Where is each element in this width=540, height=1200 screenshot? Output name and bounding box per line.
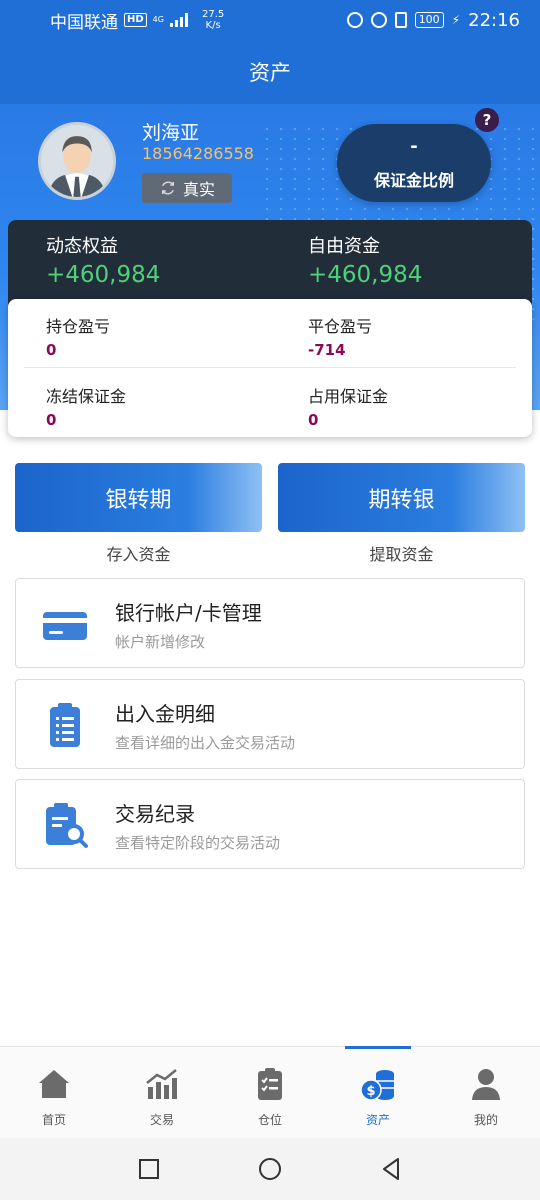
- withdraw-label: 提取资金: [369, 545, 434, 564]
- frozen-margin-label: 冻结保证金: [46, 387, 127, 406]
- nav-label: 我的: [473, 1113, 498, 1127]
- free-funds-label: 自由资金: [308, 236, 380, 257]
- chart-icon: [146, 1069, 177, 1099]
- margin-ratio-label: 保证金比例: [373, 171, 454, 190]
- status-bar: 中国联通 HD 4G 27.5 K/s 100 ⚡ 22:16: [0, 0, 540, 40]
- vibrate-icon: [394, 12, 407, 28]
- nav-label: 资产: [365, 1113, 390, 1127]
- checklist-icon: [258, 1068, 282, 1100]
- nav-profile[interactable]: 我的: [432, 1047, 540, 1138]
- closed-pnl-value: -714: [308, 341, 346, 359]
- user-name: 刘海亚: [142, 122, 200, 144]
- data-saver-icon: [346, 12, 363, 28]
- menu-title: 交易纪录: [115, 802, 195, 826]
- divider: [24, 367, 516, 368]
- position-pnl-label: 持仓盈亏: [46, 317, 111, 336]
- nav-label: 首页: [41, 1113, 66, 1127]
- title-bar: 资产: [0, 40, 540, 104]
- dynamic-equity: 动态权益 +460,984: [46, 232, 160, 288]
- network-speed: 27.5 K/s: [202, 9, 224, 31]
- network-speed-unit: K/s: [205, 20, 221, 31]
- svg-text:$: $: [366, 1084, 375, 1099]
- charging-icon: ⚡: [451, 13, 461, 27]
- frozen-margin: 冻结保证金 0: [46, 383, 126, 429]
- dynamic-equity-value: +460,984: [46, 262, 161, 288]
- help-icon[interactable]: ?: [475, 108, 499, 132]
- network-speed-value: 27.5: [201, 9, 225, 20]
- carrier-name: 中国联通: [50, 12, 118, 33]
- nav-home[interactable]: 首页: [0, 1047, 108, 1138]
- hd-badge: HD: [124, 13, 147, 27]
- trade-records[interactable]: 交易纪录 查看特定阶段的交易活动: [15, 779, 525, 869]
- dynamic-equity-label: 动态权益: [46, 236, 118, 257]
- home-button-icon[interactable]: [257, 1156, 283, 1182]
- menu-title: 银行帐户/卡管理: [115, 601, 262, 625]
- position-pnl-value: 0: [46, 341, 57, 359]
- bank-account-management[interactable]: 银行帐户/卡管理 帐户新增修改: [15, 578, 525, 668]
- system-navigation: [0, 1138, 540, 1200]
- stats-card: 持仓盈亏 0 平仓盈亏 -714 冻结保证金 0 占用保证金 0: [8, 299, 532, 437]
- margin-ratio-pill[interactable]: - 保证金比例: [337, 124, 491, 202]
- home-icon: [39, 1070, 69, 1098]
- menu-subtitle: 查看特定阶段的交易活动: [115, 834, 281, 852]
- nav-positions[interactable]: 仓位: [216, 1047, 324, 1138]
- avatar[interactable]: [38, 122, 116, 200]
- bottom-navigation: 首页 交易 仓位 $ 资产 我的: [0, 1046, 540, 1138]
- nav-assets[interactable]: $ 资产: [324, 1046, 432, 1138]
- menu-subtitle: 帐户新增修改: [115, 633, 206, 651]
- verification-badge[interactable]: 真实: [142, 173, 232, 203]
- verification-label: 真实: [182, 180, 215, 199]
- clipboard-list-icon: [50, 703, 80, 747]
- clock: 22:16: [468, 9, 520, 31]
- card-icon: [43, 612, 87, 640]
- user-phone: 18564286558: [142, 144, 254, 163]
- alarm-icon: [370, 12, 387, 28]
- nav-label: 交易: [149, 1113, 174, 1127]
- bank-to-futures-button[interactable]: 银转期: [15, 463, 262, 532]
- recents-icon[interactable]: [136, 1156, 162, 1182]
- frozen-margin-value: 0: [46, 411, 57, 429]
- closed-pnl: 平仓盈亏 -714: [308, 313, 372, 359]
- menu-subtitle: 查看详细的出入金交易活动: [115, 734, 296, 752]
- used-margin: 占用保证金 0: [308, 383, 388, 429]
- position-pnl: 持仓盈亏 0: [46, 313, 110, 359]
- back-icon[interactable]: [378, 1156, 404, 1182]
- free-funds-value: +460,984: [308, 262, 423, 288]
- user-icon: [472, 1069, 500, 1100]
- clipboard-search-icon: [46, 803, 88, 848]
- free-funds: 自由资金 +460,984: [308, 232, 422, 288]
- closed-pnl-label: 平仓盈亏: [308, 317, 373, 336]
- avatar-image: [41, 125, 113, 197]
- coins-icon: $: [360, 1070, 394, 1101]
- battery-icon: 100: [414, 12, 444, 28]
- deposit-label: 存入资金: [106, 545, 171, 564]
- menu-title: 出入金明细: [115, 702, 215, 726]
- used-margin-label: 占用保证金: [308, 387, 389, 406]
- page-title: 资产: [249, 61, 291, 85]
- fund-transfer-details[interactable]: 出入金明细 查看详细的出入金交易活动: [15, 679, 525, 769]
- refresh-icon: [161, 181, 174, 195]
- used-margin-value: 0: [308, 411, 319, 429]
- margin-ratio-value: -: [410, 136, 418, 157]
- signal-icon: [169, 13, 188, 27]
- network-type: 4G: [152, 15, 164, 24]
- futures-to-bank-button[interactable]: 期转银: [278, 463, 525, 532]
- nav-trade[interactable]: 交易: [108, 1047, 216, 1138]
- nav-label: 仓位: [257, 1113, 282, 1127]
